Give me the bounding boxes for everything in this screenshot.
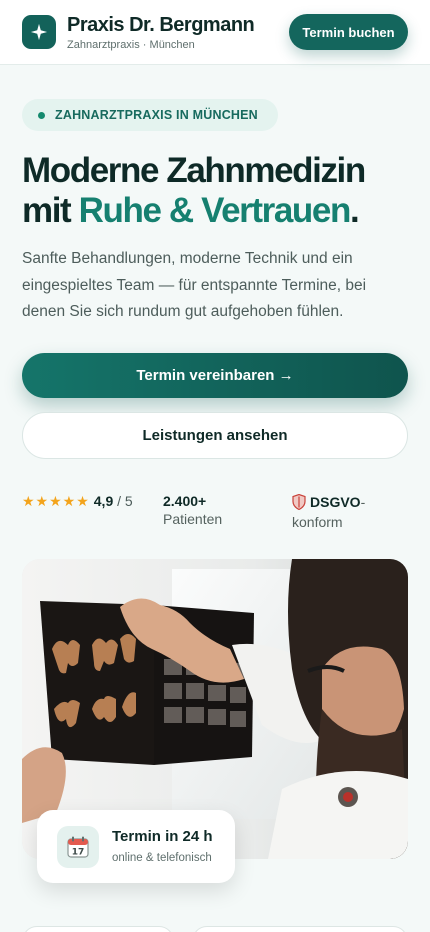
- brand-subtitle: Zahnarztpraxis · München: [67, 39, 195, 51]
- quick-appointment-card[interactable]: 17 Termin in 24 h online & telefonisch: [37, 810, 235, 883]
- logo[interactable]: [22, 15, 56, 49]
- patients-stat: 2.400+ Patienten: [163, 492, 273, 528]
- badge-dot: [38, 111, 45, 119]
- dsgvo-strong: DSGVO: [310, 494, 361, 510]
- card-subtitle: online & telefonisch: [112, 852, 212, 864]
- sparkle-icon: [30, 23, 48, 41]
- hero-lead: Sanfte Behandlungen, moderne Technik und…: [22, 250, 367, 320]
- make-appointment-button[interactable]: Termin vereinbaren →: [22, 353, 408, 398]
- location-badge: ZAHNARZTPRAXIS IN MÜNCHEN: [22, 99, 278, 131]
- dsgvo-stat: DSGVO-konform: [292, 492, 402, 532]
- feature-pill: [192, 926, 408, 932]
- brand-title[interactable]: Praxis Dr. Bergmann: [67, 14, 255, 37]
- shield-icon: [292, 494, 306, 510]
- headline-accent: Ruhe & Vertrauen: [78, 191, 352, 230]
- badge-text: ZAHNARZTPRAXIS IN MÜNCHEN: [55, 108, 258, 122]
- star-rating-icon: ★★★★★: [22, 493, 90, 509]
- patients-label: Patienten: [163, 511, 223, 527]
- calendar-day: 17: [72, 848, 85, 858]
- rating: ★★★★★ 4,9 / 5: [22, 492, 152, 510]
- hero-headline: Moderne Zahnmedizin mit Ruhe & Vertrauen…: [22, 151, 422, 231]
- site-header: Praxis Dr. Bergmann Zahnarztpraxis · Mün…: [0, 0, 430, 65]
- card-title: Termin in 24 h: [112, 828, 213, 845]
- calendar-icon: 17: [57, 826, 99, 868]
- headline-mit: mit: [22, 191, 72, 230]
- view-services-button[interactable]: Leistungen ansehen: [22, 412, 408, 459]
- headline-end: .: [349, 191, 360, 230]
- feature-pill: [22, 926, 174, 932]
- headline-line-1: Moderne Zahnmedizin: [22, 151, 366, 190]
- patients-value: 2.400+: [163, 493, 207, 509]
- rating-suffix: / 5: [113, 493, 133, 509]
- book-appointment-button[interactable]: Termin buchen: [289, 14, 408, 50]
- rating-value: 4,9: [93, 493, 114, 509]
